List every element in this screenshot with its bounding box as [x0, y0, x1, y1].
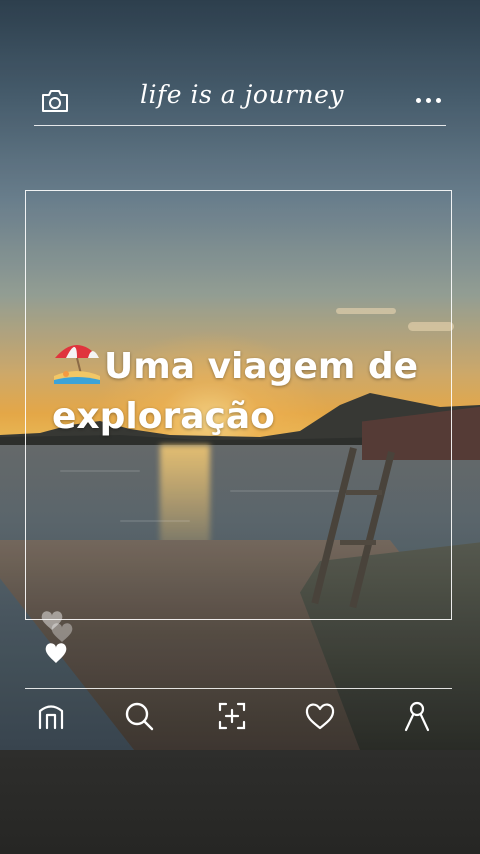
heart-icon[interactable]	[303, 698, 337, 734]
bottom-strip	[0, 750, 480, 854]
add-post-icon[interactable]	[215, 698, 249, 734]
caption-text: Uma viagem de exploração	[52, 346, 419, 437]
post-caption: Uma viagem de exploração	[52, 338, 452, 442]
more-icon[interactable]	[412, 92, 444, 108]
header-divider	[34, 125, 446, 126]
heart-filled-icon	[45, 643, 67, 663]
beach-umbrella-icon	[52, 338, 102, 384]
dot	[425, 97, 431, 103]
like-hearts[interactable]	[38, 606, 82, 668]
dot	[435, 97, 441, 103]
camera-icon[interactable]	[40, 88, 70, 114]
profile-icon[interactable]	[400, 698, 434, 734]
home-icon[interactable]	[34, 698, 68, 734]
search-icon[interactable]	[122, 698, 156, 734]
page-title: life is a journey	[140, 80, 344, 109]
dot	[415, 97, 421, 103]
heart-outline-icon	[51, 623, 73, 642]
nav-divider	[25, 688, 452, 689]
